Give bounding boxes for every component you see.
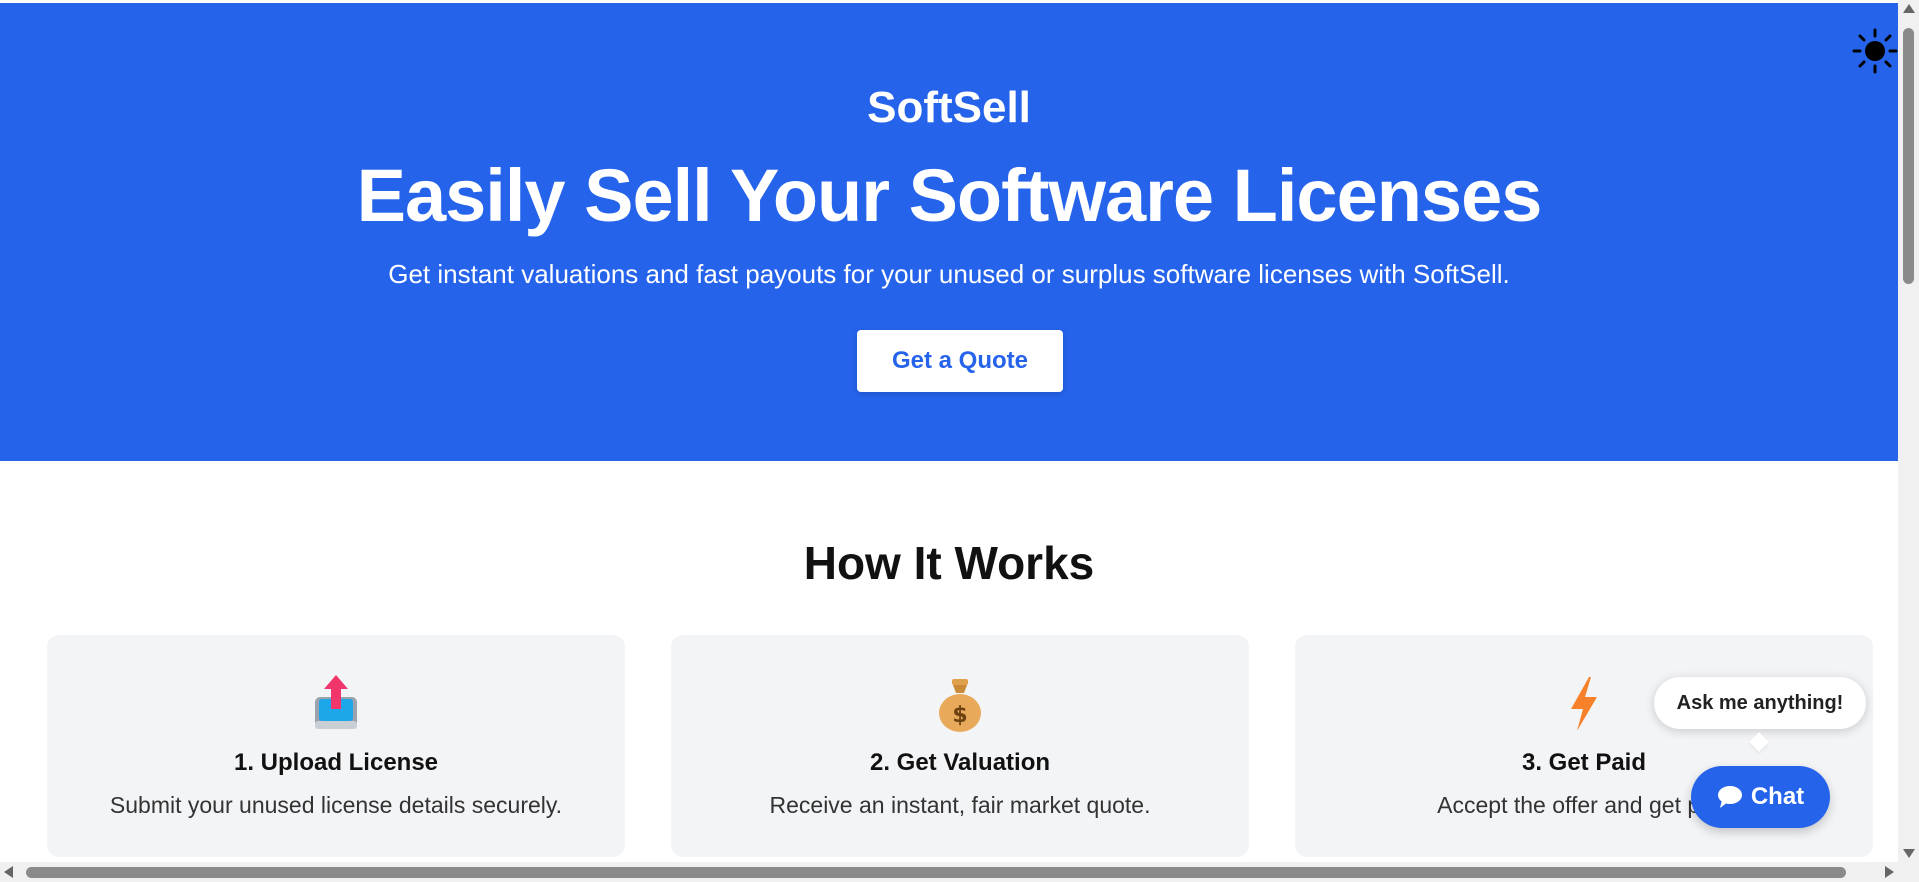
speech-bubble-icon — [1717, 786, 1742, 808]
step-title: 2. Get Valuation — [869, 749, 1051, 776]
step-card-valuation: $ 2. Get Valuation Receive an instant, f… — [671, 635, 1249, 857]
chat-tooltip: Ask me anything! — [1654, 677, 1866, 729]
upload-tray-icon — [47, 675, 625, 733]
vertical-scrollbar[interactable] — [1898, 0, 1919, 862]
scroll-up-arrow[interactable] — [1903, 4, 1915, 13]
chat-button[interactable]: Chat — [1691, 766, 1830, 828]
horizontal-scrollbar[interactable] — [0, 862, 1898, 882]
page-viewport: SoftSell Easily Sell Your Software Licen… — [0, 0, 1898, 862]
hero-section: SoftSell Easily Sell Your Software Licen… — [0, 3, 1898, 461]
step-description: Receive an instant, fair market quote. — [769, 792, 1151, 818]
money-bag-icon: $ — [671, 675, 1249, 733]
brand-name: SoftSell — [867, 83, 1031, 132]
chat-button-label: Chat — [1750, 783, 1805, 810]
scroll-down-arrow[interactable] — [1903, 849, 1915, 858]
sun-icon — [1852, 28, 1898, 74]
scroll-right-arrow[interactable] — [1885, 866, 1894, 878]
step-title: 1. Upload License — [233, 749, 439, 776]
scroll-left-arrow[interactable] — [4, 866, 13, 878]
theme-toggle-button[interactable] — [1852, 28, 1898, 74]
step-card-upload: 1. Upload License Submit your unused lic… — [47, 635, 625, 857]
horizontal-scroll-thumb[interactable] — [26, 867, 1846, 878]
step-description: Submit your unused license details secur… — [109, 792, 563, 818]
hero-headline: Easily Sell Your Software Licenses — [356, 154, 1543, 237]
get-quote-button[interactable]: Get a Quote — [857, 330, 1063, 392]
scrollbar-corner — [1898, 862, 1919, 882]
vertical-scroll-thumb[interactable] — [1903, 28, 1914, 284]
svg-text:$: $ — [952, 703, 967, 728]
how-it-works-title: How It Works — [803, 537, 1095, 589]
hero-subtitle: Get instant valuations and fast payouts … — [388, 259, 1510, 289]
